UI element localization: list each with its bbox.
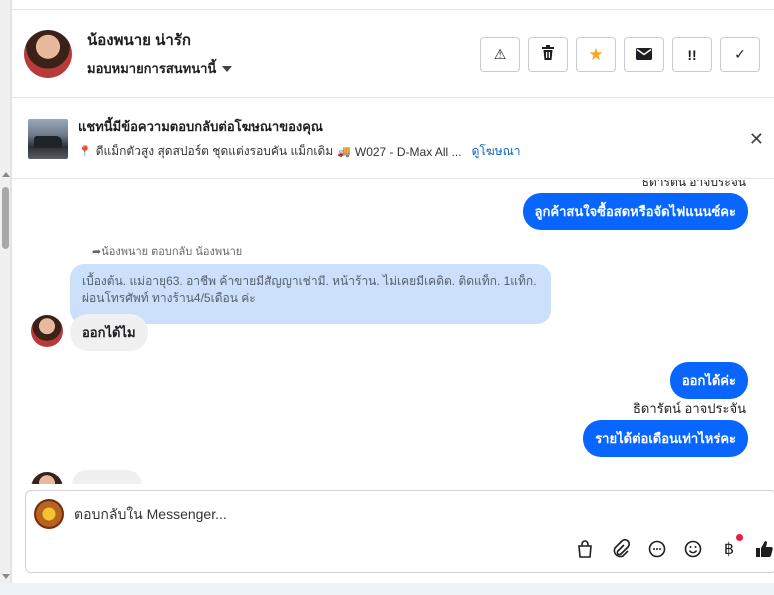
envelope-icon <box>636 47 652 63</box>
report-button[interactable]: ⚠ <box>480 37 520 72</box>
thumbs-up-icon[interactable] <box>754 538 774 560</box>
scroll-down-arrow[interactable] <box>2 574 10 579</box>
conversation-panel: น้องพนาย น่ารัก มอบหมายการสนทนานี้ ⚠ ★ !… <box>11 0 774 583</box>
star-icon: ★ <box>588 44 604 64</box>
outgoing-message[interactable]: ลูกค้าสนใจซื้อสดหรือจัดไฟแนนซ์คะ <box>522 193 748 230</box>
close-icon[interactable]: ✕ <box>749 129 764 150</box>
ad-banner-title: แชทนี้มีข้อความตอบกลับต่อโฆษณาของคุณ <box>78 119 323 134</box>
smiley-icon[interactable] <box>682 538 704 560</box>
exclamation-icon: !! <box>687 46 697 63</box>
ad-banner-subtitle: 📍 ดีแม็กตัวสูง สุดสปอร์ต ชุดแต่งรอบคัน แ… <box>78 142 521 161</box>
ad-thumbnail[interactable] <box>28 118 68 159</box>
mark-unread-button[interactable] <box>624 37 664 72</box>
incoming-message-clipped[interactable] <box>72 470 142 484</box>
contact-avatar[interactable] <box>24 29 72 78</box>
star-button[interactable]: ★ <box>576 37 616 72</box>
paperclip-icon[interactable] <box>610 538 632 560</box>
contact-avatar-small <box>31 315 63 347</box>
truck-icon: 🚚 <box>337 146 351 158</box>
conversation-header: น้องพนาย น่ารัก มอบหมายการสนทนานี้ ⚠ ★ !… <box>12 10 774 98</box>
ad-reply-banner: แชทนี้มีข้อความตอบกลับต่อโฆษณาของคุณ 📍 ด… <box>12 99 774 179</box>
ad-description: ดีแม็กตัวสูง สุดสปอร์ต ชุดแต่งรอบคัน แม็… <box>95 144 334 158</box>
mark-spam-button[interactable]: !! <box>672 37 712 72</box>
outgoing-message[interactable]: ออกได้ค่ะ <box>669 362 748 399</box>
incoming-message[interactable]: ออกได้ไม <box>70 314 148 351</box>
warning-icon: ⚠ <box>493 46 507 62</box>
shopping-bag-icon[interactable] <box>574 538 596 560</box>
notification-dot <box>736 534 743 541</box>
sender-name: ธิดารัตน์ อาจประจัน <box>641 180 746 189</box>
chat-bubble-icon[interactable] <box>646 538 668 560</box>
ad-code: W027 - D-Max All ... <box>354 144 462 159</box>
check-icon: ✓ <box>734 46 746 62</box>
reply-arrow-icon: ➦ <box>92 246 102 258</box>
reply-input[interactable] <box>74 506 674 522</box>
left-scrollbar[interactable] <box>0 0 11 583</box>
reply-label: ➦น้องพนาย ตอบกลับ น้องพนาย <box>92 246 243 258</box>
sender-name: ธิดารัตน์ อาจประจัน <box>632 401 746 416</box>
mark-done-button[interactable]: ✓ <box>720 37 760 72</box>
page-avatar <box>34 499 64 529</box>
quoted-message[interactable]: เบื้องต้น. แม่อายุ63. อาชีพ ค้าขายมีสัญญ… <box>70 264 551 324</box>
view-ad-link[interactable]: ดูโฆษณา <box>472 142 521 161</box>
top-divider <box>12 0 774 10</box>
pin-icon: 📍 <box>78 146 92 158</box>
composer-toolbar: ฿ <box>574 534 774 560</box>
scroll-thumb[interactable] <box>2 187 9 249</box>
message-composer: ฿ <box>25 490 774 573</box>
message-thread[interactable]: ธิดารัตน์ อาจประจัน ลูกค้าสนใจซื้อสดหรือ… <box>12 180 774 484</box>
chevron-down-icon <box>222 65 233 72</box>
header-actions: ⚠ ★ !! ✓ <box>480 37 760 72</box>
contact-avatar-small <box>31 472 63 484</box>
assign-conversation-dropdown[interactable]: มอบหมายการสนทนานี้ <box>87 58 233 79</box>
baht-icon[interactable]: ฿ <box>718 534 743 560</box>
delete-button[interactable] <box>528 37 568 72</box>
scroll-up-arrow[interactable] <box>2 172 10 177</box>
bottom-bar <box>0 583 774 595</box>
trash-icon <box>541 45 555 64</box>
outgoing-message[interactable]: รายได้ต่อเดือนเท่าไหร่คะ <box>583 420 748 457</box>
baht-glyph: ฿ <box>723 541 735 558</box>
assign-label: มอบหมายการสนทนานี้ <box>87 61 217 76</box>
contact-name[interactable]: น้องพนาย น่ารัก <box>87 28 232 52</box>
